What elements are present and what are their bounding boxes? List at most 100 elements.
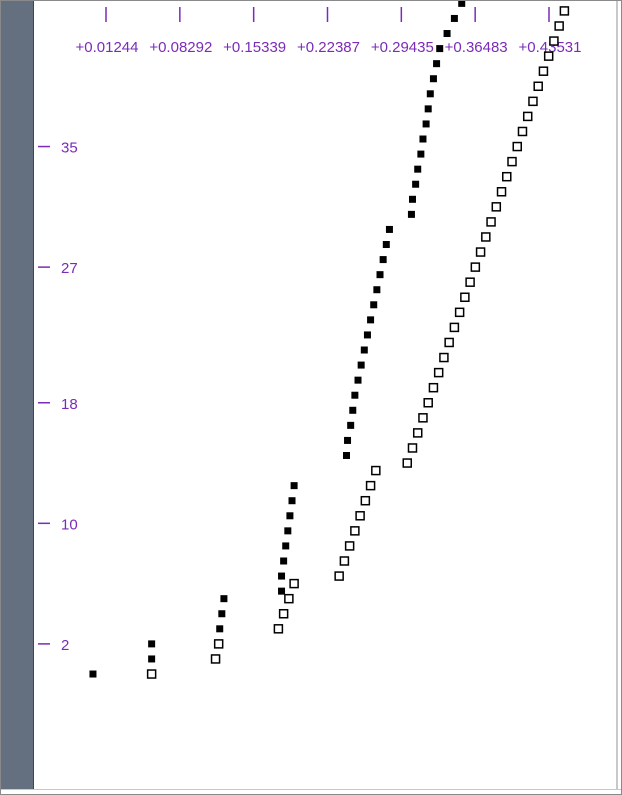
data-point xyxy=(347,421,355,429)
data-point xyxy=(385,225,393,233)
data-point xyxy=(538,66,549,76)
x-tick-label: +0.36483 xyxy=(445,39,508,56)
x-tick-label: +0.15339 xyxy=(223,39,286,56)
data-point xyxy=(284,527,292,535)
data-point xyxy=(412,428,423,438)
data-point xyxy=(439,352,449,363)
data-point xyxy=(450,14,458,22)
data-point xyxy=(460,292,470,303)
data-point xyxy=(278,572,286,580)
data-point xyxy=(286,512,294,520)
data-point xyxy=(373,286,381,294)
data-point xyxy=(408,195,416,203)
data-point xyxy=(428,382,439,393)
data-point xyxy=(549,36,559,46)
data-point xyxy=(357,361,365,369)
data-point xyxy=(543,51,554,61)
data-point xyxy=(379,256,387,264)
data-point xyxy=(418,413,428,423)
x-tick-label: +0.29435 xyxy=(371,39,434,56)
data-point xyxy=(349,406,357,414)
y-axis: 35 27 18 10 2 xyxy=(38,140,78,654)
data-point xyxy=(436,45,444,53)
data-point xyxy=(422,120,430,128)
data-point xyxy=(367,316,375,324)
data-point xyxy=(355,511,365,521)
data-point xyxy=(371,465,381,476)
data-point xyxy=(334,571,344,581)
data-point xyxy=(502,171,512,182)
data-point xyxy=(433,60,441,68)
data-point xyxy=(407,210,415,218)
data-point xyxy=(360,495,371,506)
data-point xyxy=(402,458,412,468)
data-point xyxy=(486,217,496,227)
data-point xyxy=(146,669,157,679)
data-point xyxy=(344,436,352,444)
x-tick-label: +0.22387 xyxy=(297,39,360,56)
data-point xyxy=(148,640,156,648)
data-point xyxy=(210,654,221,664)
data-point xyxy=(365,480,376,491)
data-markers xyxy=(89,1,570,679)
data-point xyxy=(559,6,570,16)
data-point xyxy=(554,21,564,31)
data-point xyxy=(517,126,528,137)
data-point xyxy=(419,135,427,143)
x-tick-label: +0.01244 xyxy=(76,39,139,56)
data-point xyxy=(280,557,288,565)
x-axis: +0.01244 +0.08292 +0.15339 +0.22387 +0.29435… xyxy=(76,7,581,56)
data-point xyxy=(444,337,454,348)
data-point xyxy=(89,670,97,678)
y-tick-label: 35 xyxy=(61,140,78,157)
data-point xyxy=(443,30,451,38)
data-point xyxy=(458,1,466,7)
data-point xyxy=(288,497,296,505)
data-point xyxy=(342,452,350,460)
data-point xyxy=(424,105,432,113)
data-point xyxy=(278,608,289,619)
data-point xyxy=(507,156,517,167)
y-tick-label: 27 xyxy=(61,260,78,277)
data-point xyxy=(496,187,507,197)
data-point xyxy=(533,81,543,92)
data-point xyxy=(289,578,299,589)
data-point xyxy=(218,610,226,618)
data-point xyxy=(339,556,350,566)
data-point xyxy=(363,331,371,339)
data-point xyxy=(429,75,437,83)
data-point xyxy=(382,241,390,249)
data-point xyxy=(376,271,384,279)
data-point xyxy=(273,624,284,634)
data-point xyxy=(290,482,298,490)
data-point xyxy=(220,595,228,603)
data-point xyxy=(470,262,481,272)
data-point xyxy=(465,277,475,287)
data-point xyxy=(412,180,420,188)
data-point xyxy=(512,141,522,152)
y-tick-label: 10 xyxy=(61,516,78,533)
data-point xyxy=(522,111,533,122)
y-tick-label: 18 xyxy=(61,396,78,413)
data-point xyxy=(351,391,359,399)
series-1 xyxy=(89,1,466,678)
chart-window: +0.01244 +0.08292 +0.15339 +0.22387 +0.29435… xyxy=(0,0,622,795)
data-point xyxy=(344,541,355,551)
data-point xyxy=(284,593,294,604)
data-point xyxy=(148,655,156,663)
series-2 xyxy=(146,6,570,679)
data-point xyxy=(481,232,491,242)
data-point xyxy=(360,346,368,354)
data-point xyxy=(433,367,444,378)
data-point xyxy=(407,443,418,453)
data-point xyxy=(475,247,486,257)
data-point xyxy=(417,150,425,158)
data-point xyxy=(426,90,434,98)
data-point xyxy=(278,587,286,595)
data-point xyxy=(216,625,224,633)
data-point xyxy=(282,542,290,550)
data-point xyxy=(350,526,360,536)
scatter-chart: +0.01244 +0.08292 +0.15339 +0.22387 +0.29435… xyxy=(38,1,581,679)
data-point xyxy=(454,307,465,318)
data-point xyxy=(414,165,422,173)
